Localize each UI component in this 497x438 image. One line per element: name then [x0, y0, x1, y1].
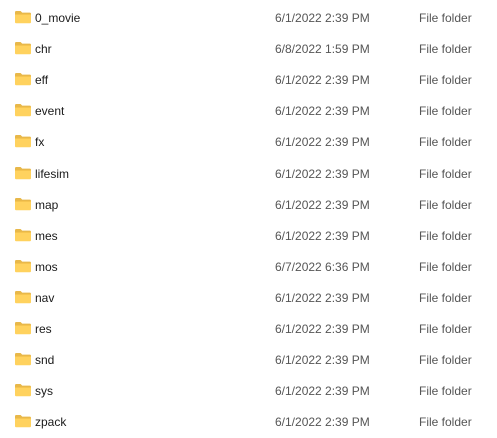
- file-row-snd[interactable]: snd 6/1/2022 2:39 PM File folder: [0, 344, 497, 375]
- file-type: File folder: [419, 166, 472, 181]
- file-name: map: [35, 197, 59, 212]
- file-name: zpack: [35, 415, 67, 430]
- file-type: File folder: [419, 104, 472, 119]
- file-type: File folder: [419, 73, 472, 88]
- file-row-mes[interactable]: mes 6/1/2022 2:39 PM File folder: [0, 220, 497, 251]
- file-row-zpack[interactable]: zpack 6/1/2022 2:39 PM File folder: [0, 406, 497, 437]
- file-name: chr: [35, 42, 52, 57]
- file-type: File folder: [419, 290, 472, 305]
- file-row-nav[interactable]: nav 6/1/2022 2:39 PM File folder: [0, 282, 497, 313]
- file-type: File folder: [419, 415, 472, 430]
- file-type: File folder: [419, 135, 472, 150]
- folder-icon: [14, 228, 32, 242]
- folder-icon: [14, 321, 32, 335]
- file-name: nav: [35, 290, 55, 305]
- file-type: File folder: [419, 11, 472, 25]
- folder-icon: [14, 41, 32, 55]
- date-modified: 6/1/2022 2:39 PM: [275, 135, 370, 150]
- date-modified: 6/1/2022 2:39 PM: [275, 290, 370, 305]
- folder-icon: [14, 134, 32, 148]
- file-name: sys: [35, 384, 53, 399]
- date-modified: 6/1/2022 2:39 PM: [275, 384, 370, 399]
- folder-icon: [14, 259, 32, 273]
- file-list: 0_movie 6/1/2022 2:39 PM File folder chr…: [0, 0, 497, 438]
- date-modified: 6/1/2022 2:39 PM: [275, 228, 370, 243]
- file-row-sys[interactable]: sys 6/1/2022 2:39 PM File folder: [0, 375, 497, 406]
- file-name: fx: [35, 135, 45, 150]
- file-name: mes: [35, 228, 58, 243]
- file-type: File folder: [419, 197, 472, 212]
- folder-icon: [14, 166, 32, 180]
- file-row-event[interactable]: event 6/1/2022 2:39 PM File folder: [0, 95, 497, 126]
- date-modified: 6/7/2022 6:36 PM: [275, 259, 370, 274]
- file-name: event: [35, 104, 65, 119]
- file-row-fx[interactable]: fx 6/1/2022 2:39 PM File folder: [0, 126, 497, 157]
- file-type: File folder: [419, 384, 472, 399]
- folder-icon: [14, 352, 32, 366]
- date-modified: 6/8/2022 1:59 PM: [275, 42, 370, 57]
- file-type: File folder: [419, 353, 472, 368]
- file-name: res: [35, 322, 52, 336]
- date-modified: 6/1/2022 2:39 PM: [275, 415, 370, 430]
- folder-icon: [14, 10, 32, 24]
- file-type: File folder: [419, 259, 472, 274]
- date-modified: 6/1/2022 2:39 PM: [275, 104, 370, 119]
- file-row-lifesim[interactable]: lifesim 6/1/2022 2:39 PM File folder: [0, 158, 497, 189]
- file-name: lifesim: [35, 166, 70, 181]
- file-name: mos: [35, 259, 58, 274]
- file-type: File folder: [419, 42, 472, 57]
- folder-icon: [14, 290, 32, 304]
- file-row-map[interactable]: map 6/1/2022 2:39 PM File folder: [0, 189, 497, 220]
- folder-icon: [14, 197, 32, 211]
- file-row-0_movie[interactable]: 0_movie 6/1/2022 2:39 PM File folder: [0, 2, 497, 33]
- file-name: eff: [35, 73, 49, 88]
- file-type: File folder: [419, 228, 472, 243]
- file-row-eff[interactable]: eff 6/1/2022 2:39 PM File folder: [0, 64, 497, 95]
- file-row-mos[interactable]: mos 6/7/2022 6:36 PM File folder: [0, 251, 497, 282]
- folder-icon: [14, 103, 32, 117]
- file-name: snd: [35, 353, 55, 368]
- file-row-res[interactable]: res 6/1/2022 2:39 PM File folder: [0, 313, 497, 344]
- date-modified: 6/1/2022 2:39 PM: [275, 353, 370, 368]
- folder-icon: [14, 72, 32, 86]
- folder-icon: [14, 383, 32, 397]
- date-modified: 6/1/2022 2:39 PM: [275, 197, 370, 212]
- date-modified: 6/1/2022 2:39 PM: [275, 166, 370, 181]
- date-modified: 6/1/2022 2:39 PM: [275, 322, 370, 336]
- date-modified: 6/1/2022 2:39 PM: [275, 11, 370, 25]
- file-row-chr[interactable]: chr 6/8/2022 1:59 PM File folder: [0, 33, 497, 64]
- file-name: 0_movie: [35, 11, 81, 25]
- date-modified: 6/1/2022 2:39 PM: [275, 73, 370, 88]
- folder-icon: [14, 414, 32, 428]
- file-type: File folder: [419, 322, 472, 336]
